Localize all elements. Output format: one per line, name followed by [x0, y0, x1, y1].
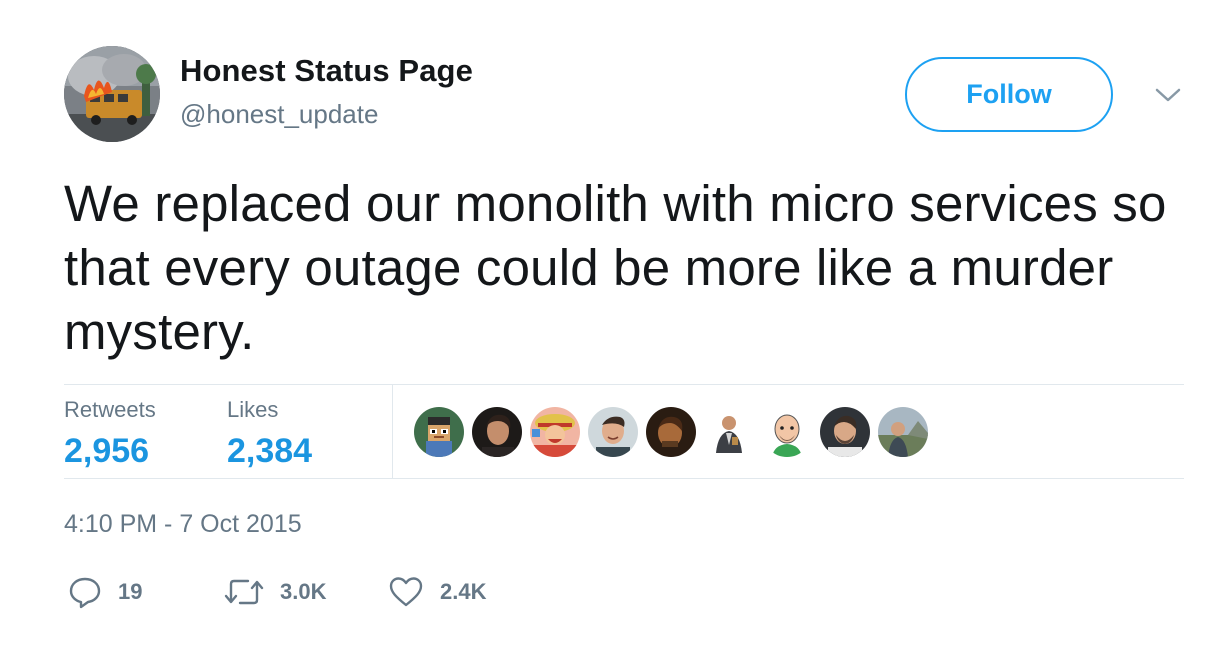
likes-count: 2,384: [227, 432, 313, 470]
liker-avatar[interactable]: [646, 407, 696, 457]
divider-top: [64, 384, 1184, 385]
tweet-text: We replaced our monolith with micro serv…: [64, 175, 1167, 360]
outdoor-man-avatar-icon: [878, 407, 928, 457]
divider-bottom: [64, 478, 1184, 479]
liker-avatars: [414, 407, 928, 457]
liker-avatar[interactable]: [472, 407, 522, 457]
bearded-man-avatar-icon: [820, 407, 870, 457]
man-jacket-avatar-icon: [704, 407, 754, 457]
retweet-button[interactable]: 3.0K: [224, 574, 326, 610]
pixel-art-avatar-icon: [414, 407, 464, 457]
follow-button[interactable]: Follow: [905, 57, 1113, 132]
likes-stat[interactable]: Likes 2,384: [227, 396, 312, 472]
burning-bus-avatar-icon: [64, 46, 160, 142]
liker-avatar[interactable]: [588, 407, 638, 457]
reply-icon: [69, 577, 101, 609]
reply-button[interactable]: 19: [68, 574, 142, 610]
retweets-label: Retweets: [64, 397, 156, 422]
liker-avatar[interactable]: [820, 407, 870, 457]
liker-avatar[interactable]: [878, 407, 928, 457]
retweet-count: 3.0K: [280, 579, 327, 604]
chevron-down-icon[interactable]: [1153, 84, 1183, 106]
liker-avatar[interactable]: [704, 407, 754, 457]
retweet-icon: [224, 579, 264, 605]
heart-icon: [389, 577, 423, 607]
likes-label: Likes: [227, 397, 279, 422]
man-portrait-avatar-icon: [472, 407, 522, 457]
retweets-stat[interactable]: Retweets 2,956: [64, 396, 156, 472]
profile-avatar[interactable]: [64, 46, 160, 142]
liker-avatar[interactable]: [762, 407, 812, 457]
cartoon-bald-man-avatar-icon: [762, 407, 812, 457]
user-handle[interactable]: @honest_update: [180, 98, 378, 130]
like-count: 2.4K: [440, 579, 487, 604]
dark-portrait-avatar-icon: [646, 407, 696, 457]
liker-avatar[interactable]: [530, 407, 580, 457]
stats-divider: [392, 385, 393, 478]
tweet-card: Honest Status Page @honest_update Follow…: [0, 0, 1226, 646]
reply-count: 19: [118, 579, 143, 604]
tweet-timestamp[interactable]: 4:10 PM - 7 Oct 2015: [64, 508, 302, 540]
retweets-count: 2,956: [64, 432, 150, 470]
anime-character-avatar-icon: [530, 407, 580, 457]
smiling-man-avatar-icon: [588, 407, 638, 457]
display-name[interactable]: Honest Status Page: [180, 52, 473, 90]
like-button[interactable]: 2.4K: [388, 574, 486, 610]
liker-avatar[interactable]: [414, 407, 464, 457]
